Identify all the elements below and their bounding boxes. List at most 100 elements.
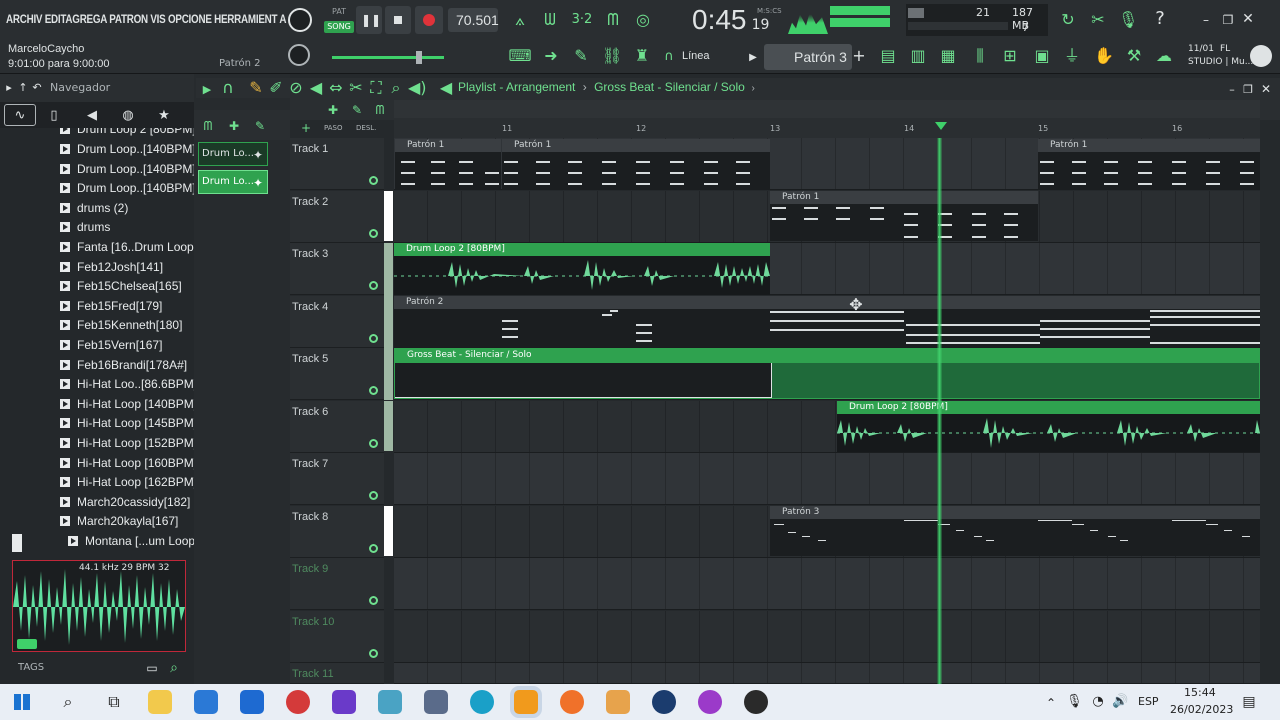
track-header[interactable]: Track 2 [290, 191, 384, 243]
clock-date[interactable]: 26/02/2023 [1170, 703, 1233, 716]
automation-clip[interactable]: Gross Beat - Silenciar / Solo [394, 348, 1260, 399]
list-item[interactable]: Hi-Hat Loo..[86.6BPM] [60, 377, 194, 396]
magnet-icon[interactable]: ∩ [220, 80, 236, 96]
task-view-icon[interactable]: ⧉ [104, 694, 124, 710]
track-led-icon[interactable] [369, 281, 378, 290]
draw-tool-icon[interactable]: ✎ [248, 80, 264, 96]
globe-icon[interactable]: ◍ [120, 108, 136, 124]
list-item[interactable]: Hi-Hat Loop [162BPM] [60, 475, 194, 494]
breadcrumb-crumb[interactable]: Gross Beat - Silenciar / Solo [594, 80, 745, 94]
snap-mode[interactable]: Línea [682, 50, 710, 62]
screen-recorder-icon[interactable] [698, 690, 722, 714]
browser-menu-icon[interactable]: ▸ [4, 80, 14, 96]
preview-play[interactable] [17, 639, 37, 649]
store-icon[interactable] [194, 690, 218, 714]
wifi-icon[interactable]: ◔ [1090, 694, 1106, 710]
minimize-icon[interactable]: – [1226, 82, 1238, 98]
obs-icon[interactable] [744, 690, 768, 714]
app-red-icon[interactable] [286, 690, 310, 714]
track-header[interactable]: Track 9 [290, 558, 384, 610]
metronome-icon[interactable]: ⟑ [510, 12, 530, 28]
master-pitch-knob[interactable] [288, 44, 310, 66]
step-edit-icon[interactable]: ᗰ [602, 12, 624, 28]
wrench-icon[interactable]: ⚒ [1124, 48, 1144, 64]
list-item[interactable]: Drum Loop..[140BPM] [60, 181, 194, 200]
track-header[interactable]: Track 8 [290, 506, 384, 558]
pattern-clip[interactable]: Patrón 2 [394, 296, 1260, 347]
grid-icon[interactable]: ᗰ [372, 102, 388, 118]
microphone-icon[interactable]: 🎙 [1066, 694, 1083, 710]
picker-filter-icon[interactable]: ✚ [226, 118, 242, 134]
list-item[interactable]: Hi-Hat Loop [152BPM] [60, 436, 194, 455]
keyboard-icon[interactable]: ⌨ [508, 48, 532, 64]
list-item[interactable]: drums [60, 220, 110, 239]
list-item[interactable]: Feb15Vern[167] [60, 338, 162, 357]
select-tool-icon[interactable]: ⛶ [368, 80, 384, 96]
step-icon[interactable]: ✚ [324, 102, 342, 118]
list-item[interactable]: Drum Loop 2 [80BPM] [60, 128, 194, 141]
list-item[interactable]: Feb15Kenneth[180] [60, 318, 182, 337]
pattern-clip[interactable]: Patrón 1 [395, 139, 501, 190]
pattern-clip[interactable]: Patrón 1 [502, 139, 770, 190]
pause-button[interactable]: ❚❚ [356, 6, 382, 34]
track-header[interactable]: Track 11 [290, 663, 384, 684]
slide-icon[interactable]: ✎ [348, 102, 366, 118]
track-header[interactable]: Track 1 [290, 138, 384, 190]
list-item[interactable]: March20cassidy[182] [60, 495, 190, 514]
document-icon[interactable] [424, 690, 448, 714]
microphone-icon[interactable]: 🎙 [1118, 12, 1138, 28]
star-icon[interactable]: ★ [156, 108, 172, 124]
track-led-icon[interactable] [369, 596, 378, 605]
list-item[interactable]: Drum Loop..[140BPM] [60, 162, 194, 181]
undo-icon[interactable]: ↻ [1058, 12, 1078, 28]
pattern-clip[interactable]: Patrón 1 [770, 191, 1038, 241]
edge-icon[interactable] [470, 690, 494, 714]
zoom-tool-icon[interactable]: ⌕ [388, 80, 404, 96]
mail-icon[interactable] [240, 690, 264, 714]
track-led-icon[interactable] [369, 176, 378, 185]
arrow-right-icon[interactable]: ➜ [542, 48, 560, 64]
chevron-right-icon[interactable]: › [748, 81, 758, 97]
browser-icon[interactable]: ▣ [1032, 48, 1052, 64]
slice-tool-icon[interactable]: ✂ [348, 80, 364, 96]
folder-icon[interactable]: ▭ [144, 660, 160, 676]
track-lane[interactable] [394, 663, 1260, 684]
track-header[interactable]: Track 6 [290, 401, 384, 453]
pattern-clip[interactable]: Patrón 1 [1038, 139, 1260, 190]
list-item[interactable]: Drum Loop..[140BPM] [60, 142, 194, 161]
close-icon[interactable]: ✕ [1240, 11, 1256, 27]
horizontal-scrollbar[interactable] [394, 100, 1260, 118]
pat-song-toggle[interactable]: PAT SONG [324, 5, 354, 35]
add-track-icon[interactable]: + [300, 120, 312, 136]
track-select-bar[interactable] [384, 506, 393, 556]
track-select-bar[interactable] [384, 401, 393, 451]
paint-icon[interactable] [606, 690, 630, 714]
tab-all[interactable]: ∿ [4, 104, 36, 126]
mute-tool-icon[interactable]: ◀ [308, 80, 324, 96]
add-pattern-icon[interactable]: + [852, 48, 866, 64]
restore-icon[interactable]: ❐ [1220, 12, 1236, 28]
cloud-icon[interactable]: ☁ [1154, 48, 1174, 64]
news-line2[interactable]: STUDIO | Mu... [1188, 57, 1253, 67]
pencil-icon[interactable]: ✎ [572, 48, 590, 64]
track-select-bar[interactable] [384, 191, 393, 241]
picker-tool-icon[interactable]: ᗰ [200, 118, 216, 134]
list-item[interactable]: Feb15Chelsea[165] [60, 279, 182, 298]
timeline-ruler[interactable]: 11 12 13 14 15 16 [394, 120, 1260, 138]
list-item[interactable]: Feb15Fred[179] [60, 299, 162, 318]
main-menu[interactable]: ARCHIV EDITAGREGA PATRON VIS OPCIONE HER… [6, 12, 286, 26]
playlist-icon[interactable]: ▤ [878, 48, 898, 64]
stop-button[interactable] [385, 6, 411, 34]
tempo-display[interactable]: 70.501 [448, 8, 499, 32]
plug-icon[interactable]: ⏚ [1062, 48, 1082, 64]
volume-icon[interactable]: 🔊 [1112, 694, 1128, 710]
track-header[interactable]: Track 3 [290, 243, 384, 295]
video-editor-icon[interactable] [332, 690, 356, 714]
track-led-icon[interactable] [369, 229, 378, 238]
help-icon[interactable]: ? [1150, 10, 1170, 28]
channel-rack-icon[interactable]: ▦ [938, 48, 958, 64]
picker-edit-icon[interactable]: ✎ [252, 118, 268, 134]
channel-item[interactable]: Drum Lo... ✦ [198, 142, 268, 166]
track-header[interactable]: Track 7 [290, 453, 384, 505]
firefox-icon[interactable] [560, 690, 584, 714]
